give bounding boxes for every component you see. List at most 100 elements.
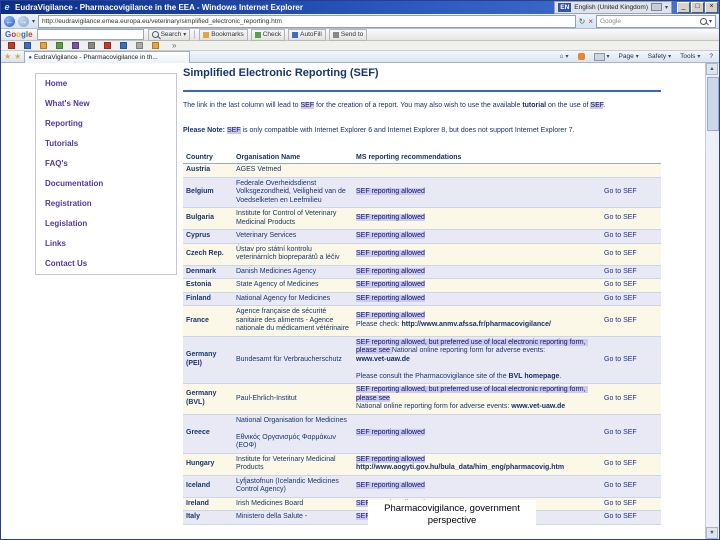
inline-link[interactable]: www.vet-uaw.de: [356, 356, 410, 363]
safety-menu-button[interactable]: Safety ▾: [645, 53, 674, 60]
toolbar-shortcut-icon-2[interactable]: [24, 42, 31, 49]
organisation-cell: Ministero della Salute -: [233, 510, 353, 525]
language-badge[interactable]: EN: [558, 2, 572, 12]
keyboard-icon[interactable]: [650, 3, 662, 11]
toolbar-shortcut-icon-8[interactable]: [120, 42, 127, 49]
forward-button[interactable]: →: [18, 15, 29, 27]
search-icon[interactable]: [699, 17, 707, 25]
text-segment: Please check:: [356, 320, 400, 328]
text-segment: SEF reporting allowed: [356, 188, 425, 195]
organisation-cell: Agence française de sécurité sanitaire d…: [233, 305, 353, 337]
google-toolbar-button-bookmarks[interactable]: Bookmarks: [199, 28, 248, 41]
go-to-sef-link[interactable]: Go to SEF: [601, 453, 661, 476]
organisation-cell: Irish Medicines Board: [233, 497, 353, 511]
inline-link[interactable]: http://www.aogyti.gov.hu/bula_data/him_e…: [356, 464, 564, 471]
history-caret[interactable]: ▾: [32, 18, 35, 25]
go-to-sef-link[interactable]: Go to SEF: [601, 278, 661, 293]
inline-link[interactable]: http://www.anmv.afssa.fr/pharmacovigilan…: [402, 321, 551, 328]
button-label: Send to: [340, 31, 364, 38]
table-row: Greece National Organisation for Medicine…: [183, 414, 661, 454]
go-to-sef-link[interactable]: Go to SEF: [601, 336, 661, 384]
sidebar-item-reporting[interactable]: Reporting: [36, 114, 176, 134]
sidebar-item-what-s-new[interactable]: What's New: [36, 94, 176, 114]
toolbar-shortcut-icon-5[interactable]: [72, 42, 79, 49]
country-cell: Germany (BVL): [183, 383, 233, 415]
sidebar-item-home[interactable]: Home: [36, 74, 176, 94]
sidebar-item-contact-us[interactable]: Contact Us: [36, 254, 176, 274]
safety-menu-label: Safety: [647, 53, 667, 60]
scroll-down-button[interactable]: ▼: [706, 527, 718, 539]
scrollbar-thumb[interactable]: [707, 77, 719, 131]
toolbar-shortcut-icon-1[interactable]: [8, 42, 15, 49]
address-url: http://eudravigilance.emea.europa.eu/vet…: [42, 17, 282, 25]
google-search-label: Search: [160, 31, 182, 38]
inline-link[interactable]: tutorial: [522, 102, 546, 109]
table-row: Belgium Federale Overheidsdienst Volksgez…: [183, 177, 661, 208]
google-search-button[interactable]: Search ▾: [147, 28, 191, 41]
back-button[interactable]: ←: [4, 15, 15, 27]
country-cell: Greece: [183, 414, 233, 454]
toolbar-shortcut-icon-9[interactable]: [136, 42, 143, 49]
feeds-button[interactable]: [575, 53, 588, 60]
go-to-sef-link[interactable]: Go to SEF: [601, 510, 661, 525]
browser-tab[interactable]: ● EudraVigilance - Pharmacovigilance in …: [24, 51, 191, 63]
favorites-star-icon[interactable]: ★: [4, 52, 11, 62]
text-segment: SEF reporting allowed: [356, 232, 425, 239]
sidebar-item-faq-s[interactable]: FAQ's: [36, 154, 176, 174]
secondary-toolbar: »: [0, 41, 720, 51]
search-options-caret[interactable]: ▾: [709, 18, 712, 25]
go-to-sef-link[interactable]: Go to SEF: [601, 207, 661, 230]
tools-menu-button[interactable]: Tools ▾: [677, 53, 703, 60]
go-to-sef-link[interactable]: Go to SEF: [601, 292, 661, 306]
toolbar-shortcut-icon-10[interactable]: [152, 42, 159, 49]
home-button[interactable]: ⌂ ▾: [557, 53, 572, 60]
caption-line-2: perspective: [427, 515, 477, 526]
refresh-icon[interactable]: ↻: [579, 16, 586, 27]
google-toolbar-button-check[interactable]: Check: [250, 28, 286, 41]
sidebar-item-documentation[interactable]: Documentation: [36, 174, 176, 194]
go-to-sef-link[interactable]: Go to SEF: [601, 229, 661, 244]
print-button[interactable]: ▾: [591, 52, 613, 61]
sidebar-item-links[interactable]: Links: [36, 234, 176, 254]
close-button[interactable]: ×: [705, 1, 718, 13]
go-to-sef-link[interactable]: Go to SEF: [601, 305, 661, 337]
search-box[interactable]: Google ▾: [596, 14, 716, 28]
go-to-sef-link[interactable]: Go to SEF: [601, 265, 661, 279]
toolbar-overflow-chevron[interactable]: »: [172, 41, 176, 50]
table-row: Cyprus Veterinary Services SEF reporting a…: [183, 229, 661, 244]
toolbar-shortcut-icon-4[interactable]: [56, 42, 63, 49]
sidebar-item-registration[interactable]: Registration: [36, 194, 176, 214]
text-segment: for the creation of a report. You may al…: [314, 102, 523, 109]
sidebar-item-tutorials[interactable]: Tutorials: [36, 134, 176, 154]
minimize-button[interactable]: _: [677, 1, 690, 13]
sidebar-item-legislation[interactable]: Legislation: [36, 214, 176, 234]
inline-link[interactable]: BVL homepage: [509, 373, 560, 380]
google-search-input[interactable]: [36, 29, 144, 40]
language-options-caret[interactable]: ▾: [665, 4, 668, 11]
inline-link[interactable]: www.vet-uaw.de: [511, 403, 565, 410]
page-scrollbar[interactable]: ▲ ▼: [705, 63, 719, 539]
stop-icon[interactable]: ×: [588, 16, 593, 27]
go-to-sef-link[interactable]: Go to SEF: [601, 383, 661, 415]
go-to-sef-link[interactable]: Go to SEF: [601, 414, 661, 454]
language-bar[interactable]: EN English (United Kingdom) ▾: [554, 0, 672, 14]
maximize-button[interactable]: □: [691, 1, 704, 13]
text-segment: SEF reporting allowed: [356, 455, 425, 463]
scroll-up-button[interactable]: ▲: [706, 63, 718, 75]
go-to-sef-link[interactable]: Go to SEF: [601, 475, 661, 498]
go-to-sef-link[interactable]: Go to SEF: [601, 177, 661, 208]
help-button[interactable]: ?: [706, 53, 716, 60]
go-to-sef-link[interactable]: Go to SEF: [601, 497, 661, 511]
add-favorite-icon[interactable]: ★: [14, 52, 21, 62]
page-menu-button[interactable]: Page ▾: [616, 53, 642, 60]
go-to-sef-link[interactable]: Go to SEF: [601, 243, 661, 266]
toolbar-shortcut-icon-6[interactable]: [88, 42, 95, 49]
google-toolbar-button-autofill[interactable]: AutoFill: [288, 28, 326, 41]
toolbar-shortcut-icon-3[interactable]: [40, 42, 47, 49]
toolbar-shortcut-icon-7[interactable]: [104, 42, 111, 49]
google-toolbar-button-send-to[interactable]: Send to: [328, 28, 368, 41]
tab-favicon: ●: [28, 54, 32, 61]
address-input[interactable]: http://eudravigilance.emea.europa.eu/vet…: [38, 14, 576, 28]
country-cell: Bulgaria: [183, 207, 233, 230]
recommendation-cell: [353, 163, 601, 178]
